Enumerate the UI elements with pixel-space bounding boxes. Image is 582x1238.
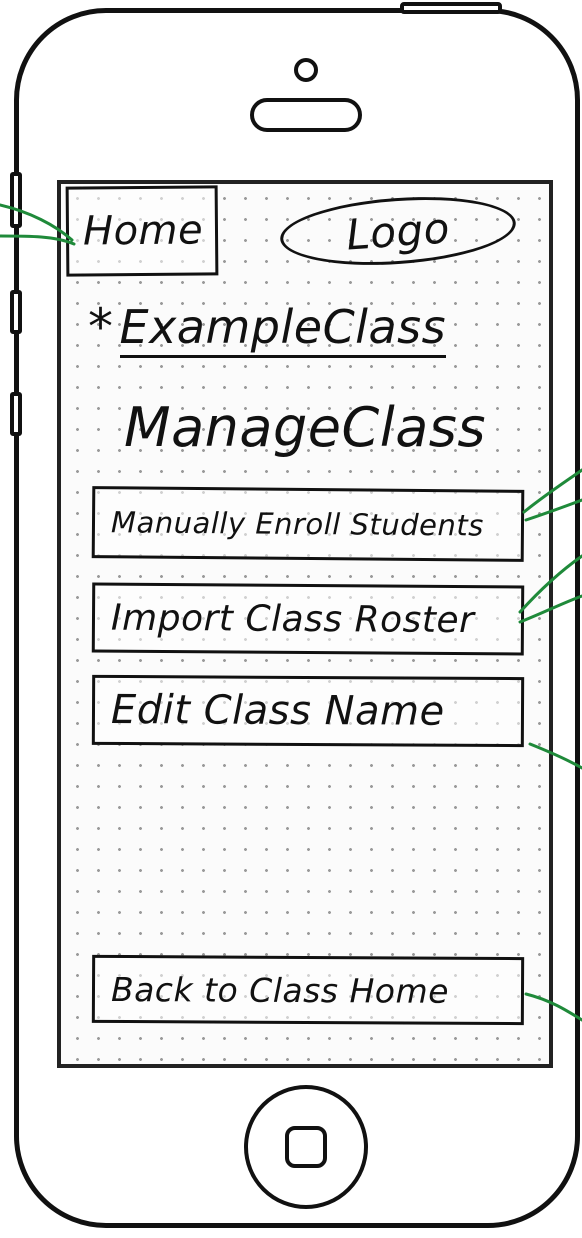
annotation-arrow-edit	[528, 742, 582, 770]
wireframe-sketch: Home Logo * ExampleClass ManageClass Man…	[0, 0, 582, 1238]
annotation-arrows	[0, 203, 582, 1022]
annotation-arrow-home	[0, 203, 76, 246]
annotation-arrow-enroll	[522, 468, 582, 522]
annotation-arrow-back	[524, 992, 582, 1022]
annotation-arrow-import	[518, 554, 582, 624]
